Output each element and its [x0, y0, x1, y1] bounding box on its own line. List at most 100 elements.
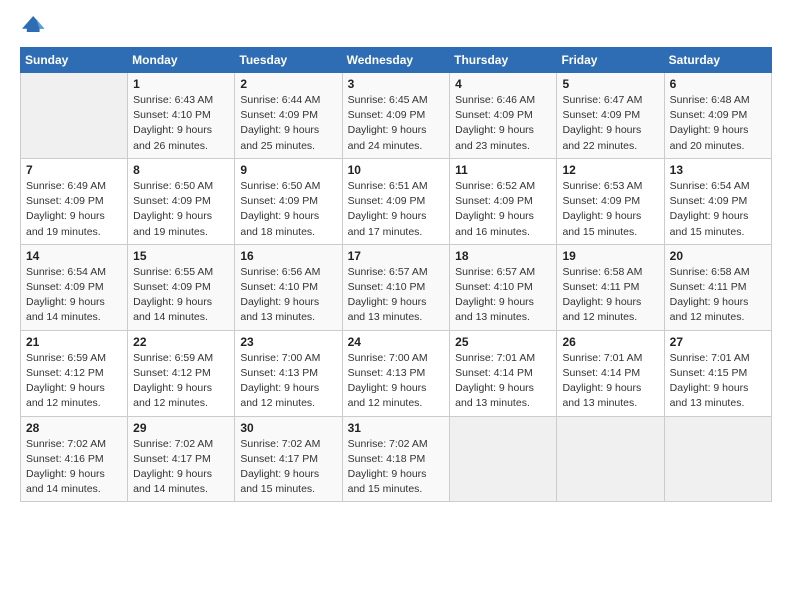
calendar-cell: 15Sunrise: 6:55 AMSunset: 4:09 PMDayligh… [128, 244, 235, 330]
day-number: 20 [670, 249, 766, 263]
day-number: 2 [240, 77, 336, 91]
calendar-cell: 21 Sunrise: 6:59 AMSunset: 4:12 PMDayligh… [21, 330, 128, 416]
calendar-cell [450, 416, 557, 502]
calendar-cell: 26 Sunrise: 7:01 AMSunset: 4:14 PMDayligh… [557, 330, 664, 416]
day-info: Sunrise: 6:50 AMSunset: 4:09 PMDaylight:… [240, 179, 336, 240]
calendar-cell: 23 Sunrise: 7:00 AMSunset: 4:13 PMDayligh… [235, 330, 342, 416]
calendar-cell [557, 416, 664, 502]
day-info: Sunrise: 6:48 AMSunset: 4:09 PMDaylight:… [670, 93, 766, 154]
day-number: 25 [455, 335, 551, 349]
calendar-body: 1Sunrise: 6:43 AMSunset: 4:10 PMDaylight… [21, 73, 772, 502]
day-number: 24 [348, 335, 445, 349]
day-number: 13 [670, 163, 766, 177]
calendar-cell: 12Sunrise: 6:53 AMSunset: 4:09 PMDayligh… [557, 158, 664, 244]
calendar-cell: 13Sunrise: 6:54 AMSunset: 4:09 PMDayligh… [664, 158, 771, 244]
day-number: 3 [348, 77, 445, 91]
weekday-header-monday: Monday [128, 48, 235, 73]
day-info: Sunrise: 6:54 AMSunset: 4:09 PMDaylight:… [26, 265, 122, 326]
day-info: Sunrise: 6:58 AMSunset: 4:11 PMDaylight:… [670, 265, 766, 326]
day-number: 30 [240, 421, 336, 435]
calendar-cell: 7 Sunrise: 6:49 AMSunset: 4:09 PMDaylight… [21, 158, 128, 244]
calendar-cell: 20 Sunrise: 6:58 AMSunset: 4:11 PMDayligh… [664, 244, 771, 330]
day-info: Sunrise: 6:46 AMSunset: 4:09 PMDaylight:… [455, 93, 551, 154]
calendar-header: SundayMondayTuesdayWednesdayThursdayFrid… [21, 48, 772, 73]
weekday-header-sunday: Sunday [21, 48, 128, 73]
day-info: Sunrise: 7:00 AMSunset: 4:13 PMDaylight:… [348, 351, 445, 412]
day-number: 19 [562, 249, 658, 263]
calendar-cell: 19 Sunrise: 6:58 AMSunset: 4:11 PMDayligh… [557, 244, 664, 330]
calendar-cell: 10 Sunrise: 6:51 AMSunset: 4:09 PMDayligh… [342, 158, 450, 244]
day-info: Sunrise: 7:01 AMSunset: 4:15 PMDaylight:… [670, 351, 766, 412]
calendar-cell: 27Sunrise: 7:01 AMSunset: 4:15 PMDayligh… [664, 330, 771, 416]
day-number: 16 [240, 249, 336, 263]
calendar-cell: 2 Sunrise: 6:44 AMSunset: 4:09 PMDaylight… [235, 73, 342, 159]
day-number: 9 [240, 163, 336, 177]
day-info: Sunrise: 6:56 AMSunset: 4:10 PMDaylight:… [240, 265, 336, 326]
day-info: Sunrise: 7:02 AMSunset: 4:16 PMDaylight:… [26, 437, 122, 498]
day-info: Sunrise: 6:53 AMSunset: 4:09 PMDaylight:… [562, 179, 658, 240]
page-container: SundayMondayTuesdayWednesdayThursdayFrid… [0, 0, 792, 512]
calendar-cell: 8 Sunrise: 6:50 AMSunset: 4:09 PMDaylight… [128, 158, 235, 244]
calendar-cell: 18 Sunrise: 6:57 AMSunset: 4:10 PMDayligh… [450, 244, 557, 330]
day-info: Sunrise: 7:01 AMSunset: 4:14 PMDaylight:… [562, 351, 658, 412]
weekday-header-thursday: Thursday [450, 48, 557, 73]
day-number: 31 [348, 421, 445, 435]
day-info: Sunrise: 6:44 AMSunset: 4:09 PMDaylight:… [240, 93, 336, 154]
calendar-cell: 16 Sunrise: 6:56 AMSunset: 4:10 PMDayligh… [235, 244, 342, 330]
day-info: Sunrise: 6:57 AMSunset: 4:10 PMDaylight:… [455, 265, 551, 326]
day-info: Sunrise: 7:02 AMSunset: 4:17 PMDaylight:… [240, 437, 336, 498]
day-number: 1 [133, 77, 229, 91]
calendar-cell: 22Sunrise: 6:59 AMSunset: 4:12 PMDayligh… [128, 330, 235, 416]
day-number: 28 [26, 421, 122, 435]
day-info: Sunrise: 6:47 AMSunset: 4:09 PMDaylight:… [562, 93, 658, 154]
weekday-header-saturday: Saturday [664, 48, 771, 73]
calendar-week-row: 7 Sunrise: 6:49 AMSunset: 4:09 PMDaylight… [21, 158, 772, 244]
calendar-week-row: 1Sunrise: 6:43 AMSunset: 4:10 PMDaylight… [21, 73, 772, 159]
day-info: Sunrise: 7:01 AMSunset: 4:14 PMDaylight:… [455, 351, 551, 412]
day-number: 14 [26, 249, 122, 263]
day-number: 11 [455, 163, 551, 177]
calendar-cell: 1Sunrise: 6:43 AMSunset: 4:10 PMDaylight… [128, 73, 235, 159]
calendar-cell: 14 Sunrise: 6:54 AMSunset: 4:09 PMDayligh… [21, 244, 128, 330]
calendar-cell: 4Sunrise: 6:46 AMSunset: 4:09 PMDaylight… [450, 73, 557, 159]
calendar-cell: 24 Sunrise: 7:00 AMSunset: 4:13 PMDayligh… [342, 330, 450, 416]
day-number: 8 [133, 163, 229, 177]
day-number: 29 [133, 421, 229, 435]
logo [20, 16, 46, 41]
day-info: Sunrise: 6:58 AMSunset: 4:11 PMDaylight:… [562, 265, 658, 326]
calendar-week-row: 21 Sunrise: 6:59 AMSunset: 4:12 PMDayligh… [21, 330, 772, 416]
calendar-cell: 9 Sunrise: 6:50 AMSunset: 4:09 PMDaylight… [235, 158, 342, 244]
day-number: 7 [26, 163, 122, 177]
calendar-cell: 29 Sunrise: 7:02 AMSunset: 4:17 PMDayligh… [128, 416, 235, 502]
day-info: Sunrise: 6:50 AMSunset: 4:09 PMDaylight:… [133, 179, 229, 240]
calendar-cell: 30 Sunrise: 7:02 AMSunset: 4:17 PMDayligh… [235, 416, 342, 502]
day-info: Sunrise: 7:00 AMSunset: 4:13 PMDaylight:… [240, 351, 336, 412]
day-info: Sunrise: 6:51 AMSunset: 4:09 PMDaylight:… [348, 179, 445, 240]
day-number: 21 [26, 335, 122, 349]
day-number: 18 [455, 249, 551, 263]
day-number: 10 [348, 163, 445, 177]
calendar-week-row: 14 Sunrise: 6:54 AMSunset: 4:09 PMDayligh… [21, 244, 772, 330]
calendar-cell: 28 Sunrise: 7:02 AMSunset: 4:16 PMDayligh… [21, 416, 128, 502]
weekday-header-tuesday: Tuesday [235, 48, 342, 73]
day-info: Sunrise: 7:02 AMSunset: 4:18 PMDaylight:… [348, 437, 445, 498]
logo-icon [22, 12, 46, 36]
day-number: 15 [133, 249, 229, 263]
day-number: 26 [562, 335, 658, 349]
day-info: Sunrise: 6:57 AMSunset: 4:10 PMDaylight:… [348, 265, 445, 326]
weekday-header-wednesday: Wednesday [342, 48, 450, 73]
day-info: Sunrise: 6:59 AMSunset: 4:12 PMDaylight:… [133, 351, 229, 412]
calendar-cell: 31 Sunrise: 7:02 AMSunset: 4:18 PMDayligh… [342, 416, 450, 502]
day-info: Sunrise: 6:52 AMSunset: 4:09 PMDaylight:… [455, 179, 551, 240]
calendar-cell: 17Sunrise: 6:57 AMSunset: 4:10 PMDayligh… [342, 244, 450, 330]
day-info: Sunrise: 7:02 AMSunset: 4:17 PMDaylight:… [133, 437, 229, 498]
calendar-cell [21, 73, 128, 159]
day-info: Sunrise: 6:49 AMSunset: 4:09 PMDaylight:… [26, 179, 122, 240]
day-number: 23 [240, 335, 336, 349]
calendar-cell: 5Sunrise: 6:47 AMSunset: 4:09 PMDaylight… [557, 73, 664, 159]
day-info: Sunrise: 6:59 AMSunset: 4:12 PMDaylight:… [26, 351, 122, 412]
calendar-cell [664, 416, 771, 502]
calendar-cell: 11 Sunrise: 6:52 AMSunset: 4:09 PMDayligh… [450, 158, 557, 244]
day-info: Sunrise: 6:45 AMSunset: 4:09 PMDaylight:… [348, 93, 445, 154]
calendar-table: SundayMondayTuesdayWednesdayThursdayFrid… [20, 47, 772, 502]
